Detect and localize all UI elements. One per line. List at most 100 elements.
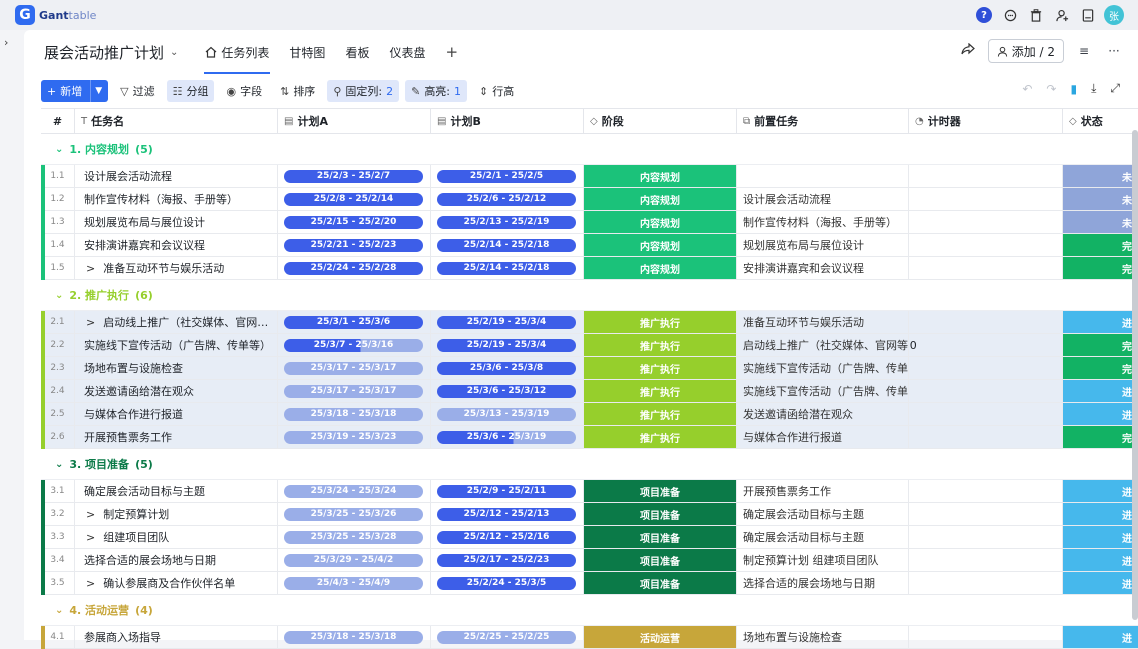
plan-a-cell[interactable]: 25/2/8 - 25/2/14 <box>278 188 431 210</box>
group-header[interactable]: ⌄ 2. 推广执行 (6) <box>41 280 1138 311</box>
predecessor-cell[interactable]: 确定展会活动目标与主题 <box>737 503 909 525</box>
plan-a-bar[interactable]: 25/3/18 - 25/3/18 <box>284 630 423 644</box>
plan-b-bar[interactable]: 25/2/6 - 25/2/12 <box>437 192 576 206</box>
group-button[interactable]: ☷ 分组 <box>166 80 215 102</box>
table-row[interactable]: 2.4 发送邀请函给潜在观众 25/3/17 - 25/3/17 25/3/6 - 2… <box>41 380 1138 403</box>
plan-a-bar[interactable]: 25/2/15 - 25/2/20 <box>284 215 423 229</box>
status-cell[interactable]: 未 <box>1063 188 1138 210</box>
stage-cell[interactable]: 推广执行 <box>584 357 737 379</box>
plan-a-cell[interactable]: 25/2/21 - 25/2/23 <box>278 234 431 256</box>
table-row[interactable]: 3.4 选择合适的展会场地与日期 25/3/29 - 25/4/2 25/2/17 -… <box>41 549 1138 572</box>
group-header[interactable]: ⌄ 1. 内容规划 (5) <box>41 134 1138 165</box>
chevron-down-icon[interactable]: ⌄ <box>55 605 63 616</box>
plan-a-cell[interactable]: 25/3/29 - 25/4/2 <box>278 549 431 571</box>
plan-b-cell[interactable]: 25/2/17 - 25/2/23 <box>431 549 584 571</box>
plan-a-bar[interactable]: 25/3/17 - 25/3/17 <box>284 384 423 398</box>
table-row[interactable]: 1.5 > 准备互动环节与娱乐活动 25/2/24 - 25/2/28 25/2/14 … <box>41 257 1138 280</box>
plan-a-cell[interactable]: 25/3/18 - 25/3/18 <box>278 626 431 648</box>
table-row[interactable]: 2.5 与媒体合作进行报道 25/3/18 - 25/3/18 25/3/13 - 2… <box>41 403 1138 426</box>
tab-task-list[interactable]: 任务列表 <box>196 38 278 74</box>
plan-a-bar[interactable]: 25/3/7 - 25/3/16 <box>284 338 423 352</box>
plan-b-cell[interactable]: 25/3/6 - 25/3/19 <box>431 426 584 448</box>
add-collaborator-button[interactable]: 添加 / 2 <box>987 39 1064 63</box>
plan-b-cell[interactable]: 25/3/6 - 25/3/8 <box>431 357 584 379</box>
timer-cell[interactable] <box>909 165 1063 187</box>
task-name-cell[interactable]: 规划展览布局与展位设计 <box>75 211 278 233</box>
sort-button[interactable]: ⇅ 排序 <box>274 80 321 102</box>
stage-cell[interactable]: 内容规划 <box>584 188 737 210</box>
stage-cell[interactable]: 活动运营 <box>584 626 737 648</box>
chevron-down-icon[interactable]: ⌄ <box>55 144 63 155</box>
user-avatar[interactable]: 张 <box>1104 5 1124 25</box>
stage-cell[interactable]: 项目准备 <box>584 503 737 525</box>
predecessor-cell[interactable]: 实施线下宣传活动（广告牌、传单等 <box>737 380 909 402</box>
chevron-right-icon[interactable]: > <box>86 531 95 544</box>
predecessor-cell[interactable]: 准备互动环节与娱乐活动 <box>737 311 909 333</box>
plan-b-bar[interactable]: 25/3/6 - 25/3/19 <box>437 430 576 444</box>
redo-icon[interactable]: ↷ <box>1046 82 1056 96</box>
task-name-cell[interactable]: 参展商入场指导 <box>75 626 278 648</box>
predecessor-cell[interactable]: 设计展会活动流程 <box>737 188 909 210</box>
plan-b-cell[interactable]: 25/2/12 - 25/2/16 <box>431 526 584 548</box>
plan-b-bar[interactable]: 25/2/25 - 25/2/25 <box>437 630 576 644</box>
task-name-cell[interactable]: 选择合适的展会场地与日期 <box>75 549 278 571</box>
status-cell[interactable]: 完 <box>1063 334 1138 356</box>
predecessor-cell[interactable]: 制作宣传材料（海报、手册等） <box>737 211 909 233</box>
predecessor-cell[interactable]: 选择合适的展会场地与日期 <box>737 572 909 594</box>
task-name-cell[interactable]: 确定展会活动目标与主题 <box>75 480 278 502</box>
table-row[interactable]: 2.6 开展预售票务工作 25/3/19 - 25/3/23 25/3/6 - 25/… <box>41 426 1138 449</box>
predecessor-cell[interactable]: 发送邀请函给潜在观众 <box>737 403 909 425</box>
fields-button[interactable]: ◉ 字段 <box>220 80 268 102</box>
status-cell[interactable]: 完 <box>1063 257 1138 279</box>
tab-dashboard[interactable]: 仪表盘 <box>380 38 434 66</box>
add-view-button[interactable]: + <box>436 38 467 66</box>
help-button[interactable]: ? <box>974 5 994 25</box>
plan-a-cell[interactable]: 25/3/7 - 25/3/16 <box>278 334 431 356</box>
col-pre-header[interactable]: ⧉ 前置任务 <box>737 109 909 133</box>
plan-b-bar[interactable]: 25/2/19 - 25/3/4 <box>437 338 576 352</box>
predecessor-cell[interactable]: 制定预算计划 组建项目团队 <box>737 549 909 571</box>
plan-b-bar[interactable]: 25/2/12 - 25/2/16 <box>437 530 576 544</box>
plan-b-cell[interactable]: 25/2/19 - 25/3/4 <box>431 311 584 333</box>
timer-cell[interactable] <box>909 526 1063 548</box>
timer-cell[interactable] <box>909 572 1063 594</box>
predecessor-cell[interactable]: 与媒体合作进行报道 <box>737 426 909 448</box>
stage-cell[interactable]: 内容规划 <box>584 165 737 187</box>
timer-cell[interactable] <box>909 403 1063 425</box>
add-member-icon[interactable] <box>1052 5 1072 25</box>
col-status-header[interactable]: ◇ 状态 <box>1063 109 1138 133</box>
stage-cell[interactable]: 项目准备 <box>584 480 737 502</box>
col-stage-header[interactable]: ◇ 阶段 <box>584 109 737 133</box>
plan-b-bar[interactable]: 25/2/12 - 25/2/13 <box>437 507 576 521</box>
plan-b-cell[interactable]: 25/2/14 - 25/2/18 <box>431 257 584 279</box>
predecessor-cell[interactable]: 开展预售票务工作 <box>737 480 909 502</box>
timer-cell[interactable]: 07:30 <box>909 334 1063 356</box>
plan-a-cell[interactable]: 25/3/25 - 25/3/26 <box>278 503 431 525</box>
table-row[interactable]: 3.3 > 组建项目团队 25/3/25 - 25/3/28 25/2/12 - 25/… <box>41 526 1138 549</box>
status-cell[interactable]: 进 <box>1063 311 1138 333</box>
message-icon[interactable] <box>1000 5 1020 25</box>
chevron-down-icon[interactable]: ⌄ <box>55 459 63 470</box>
stage-cell[interactable]: 内容规划 <box>584 211 737 233</box>
task-name-cell[interactable]: 发送邀请函给潜在观众 <box>75 380 278 402</box>
stage-cell[interactable]: 内容规划 <box>584 257 737 279</box>
plan-b-bar[interactable]: 25/2/19 - 25/3/4 <box>437 315 576 329</box>
status-cell[interactable]: 进 <box>1063 549 1138 571</box>
table-row[interactable]: 1.1 设计展会活动流程 25/2/3 - 25/2/7 25/2/1 - 25/2/… <box>41 165 1138 188</box>
timer-cell[interactable] <box>909 480 1063 502</box>
undo-icon[interactable]: ↶ <box>1022 82 1032 96</box>
plan-b-bar[interactable]: 25/2/14 - 25/2/18 <box>437 261 576 275</box>
chevron-right-icon[interactable]: > <box>86 262 95 275</box>
fullscreen-icon[interactable]: ⤢ <box>1110 81 1120 96</box>
list-sort-icon[interactable]: ≡ <box>1074 41 1094 61</box>
plan-b-bar[interactable]: 25/2/24 - 25/3/5 <box>437 576 576 590</box>
table-row[interactable]: 1.4 安排演讲嘉宾和会议议程 25/2/21 - 25/2/23 25/2/14 -… <box>41 234 1138 257</box>
vertical-scrollbar[interactable] <box>1132 130 1138 620</box>
table-row[interactable]: 3.1 确定展会活动目标与主题 25/3/24 - 25/3/24 25/2/9 - … <box>41 480 1138 503</box>
chevron-right-icon[interactable]: > <box>86 316 95 329</box>
status-cell[interactable]: 进 <box>1063 480 1138 502</box>
status-cell[interactable]: 进 <box>1063 526 1138 548</box>
plan-b-cell[interactable]: 25/3/6 - 25/3/12 <box>431 380 584 402</box>
stage-cell[interactable]: 推广执行 <box>584 334 737 356</box>
plan-b-cell[interactable]: 25/2/1 - 25/2/5 <box>431 165 584 187</box>
